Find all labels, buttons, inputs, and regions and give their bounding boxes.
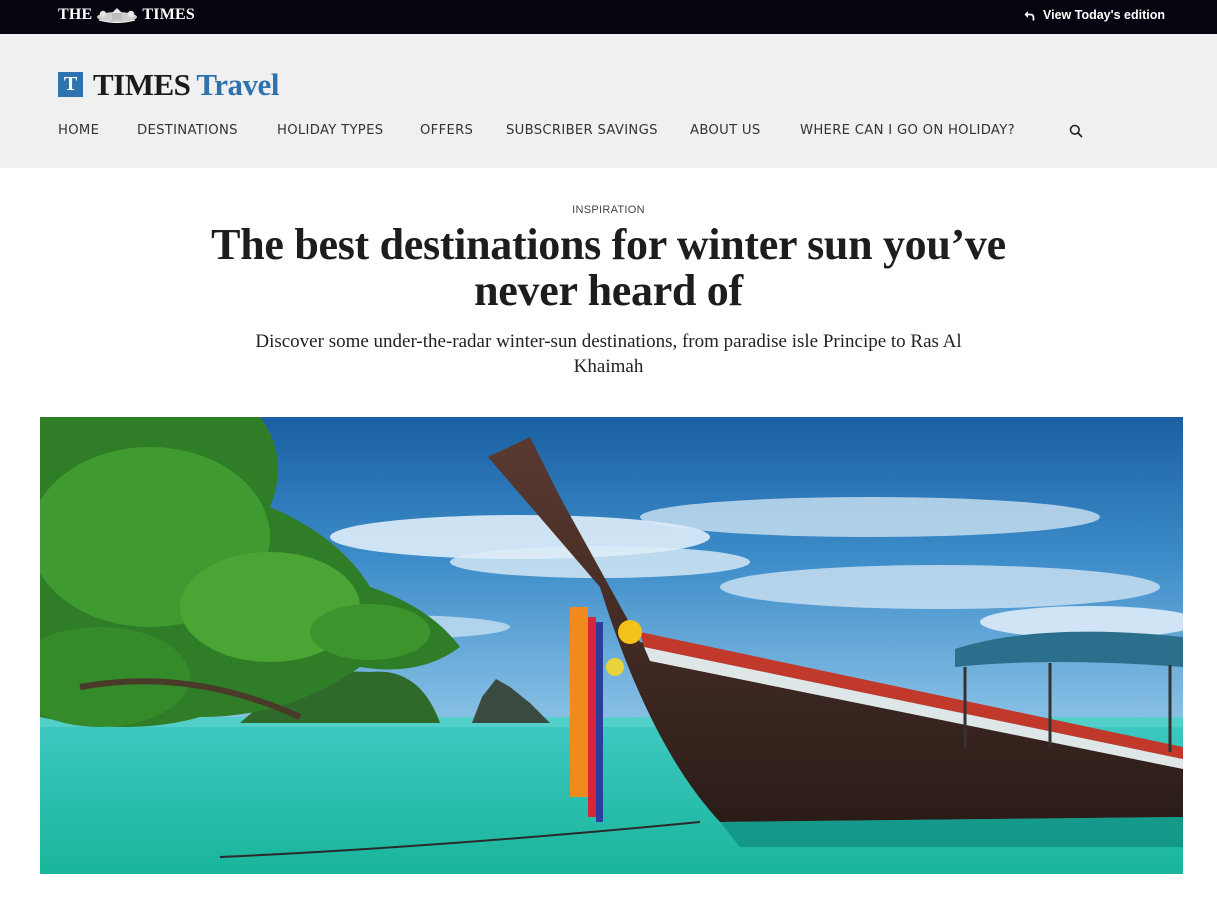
top-bar: THE TIMES View Today's edition	[0, 0, 1217, 34]
times-masthead[interactable]: THE TIMES	[58, 6, 195, 24]
nav-item-destinations[interactable]: DESTINATIONS	[137, 123, 238, 138]
logo-times-text: TIMES	[93, 66, 191, 102]
masthead-the: THE	[58, 6, 93, 23]
logo-badge: T	[58, 71, 83, 97]
article-kicker[interactable]: INSPIRATION	[0, 204, 1217, 216]
nav-item-about-us[interactable]: ABOUT US	[690, 123, 761, 138]
edition-label: View Today's edition	[1043, 8, 1165, 22]
masthead-times: TIMES	[142, 6, 195, 23]
site-header: T TIMES Travel HOME DESTINATIONS HOLIDAY…	[0, 34, 1217, 168]
nav-item-where-can-i-go[interactable]: WHERE CAN I GO ON HOLIDAY?	[800, 123, 1015, 138]
nav-item-holiday-types[interactable]: HOLIDAY TYPES	[277, 123, 383, 138]
article-headline: The best destinations for winter sun you…	[211, 220, 1006, 315]
logo-travel-text: Travel	[196, 66, 279, 102]
view-todays-edition-link[interactable]: View Today's edition	[1024, 8, 1165, 22]
hero-image-longtail-boat	[40, 417, 1183, 874]
royal-crest-icon	[97, 8, 138, 23]
nav-item-home[interactable]: HOME	[58, 123, 99, 138]
nav-item-subscriber-savings[interactable]: SUBSCRIBER SAVINGS	[506, 123, 658, 138]
nav-item-offers[interactable]: OFFERS	[420, 123, 473, 138]
search-icon[interactable]	[1069, 124, 1083, 138]
curved-arrow-icon	[1024, 10, 1035, 20]
article-standfirst: Discover some under-the-radar winter-sun…	[255, 331, 962, 377]
times-travel-logo[interactable]: T TIMES Travel	[58, 66, 279, 102]
